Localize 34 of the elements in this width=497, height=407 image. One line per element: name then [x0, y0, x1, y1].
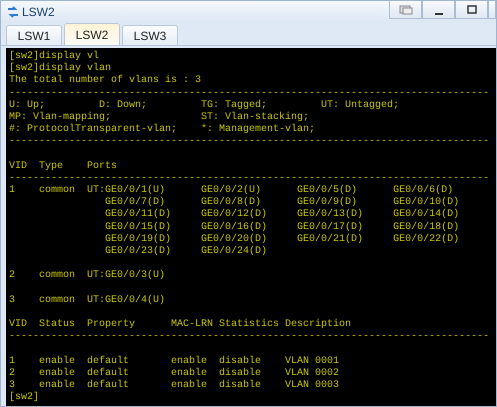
terminal-line: The total number of vlans is : 3	[9, 75, 202, 86]
maximize-button[interactable]	[455, 1, 488, 19]
terminal-line: GE0/0/23(D) GE0/0/24(D)	[104, 246, 268, 257]
terminal-line: #: ProtocolTransparent-vlan; *: Management-vlan;	[9, 124, 316, 136]
terminal-line: 3 common UT:GE0/0/4(U)	[9, 294, 166, 306]
terminal-line: [sw2]	[9, 392, 40, 404]
terminal-line: [sw2]display vlan	[9, 63, 112, 74]
terminal-line: GE0/0/7(D) GE0/0/8(D) GE0/0/9(D) GE0/0/10(D)	[104, 197, 460, 208]
minimize-button[interactable]	[422, 1, 455, 19]
terminal-line: [sw2]display vl	[9, 51, 100, 62]
tab[interactable]: LSW2	[64, 23, 120, 45]
terminal-line: 3 enable default enable disable VLAN 0003	[9, 380, 340, 392]
minimize-icon	[434, 12, 442, 14]
tab[interactable]: LSW3	[122, 25, 178, 45]
switch-icon	[7, 6, 19, 18]
terminal-line: --------------------------------------------------------------------------------	[9, 331, 490, 342]
tab[interactable]: LSW1	[6, 25, 62, 45]
terminal-line: 1 common UT:GE0/0/1(U) GE0/0/2(U) GE0/0/5(D) GE0/0/6(D)	[9, 185, 454, 196]
terminal-line: GE0/0/19(D) GE0/0/20(D) GE0/0/21(D) GE0/0/22(D)	[104, 234, 460, 245]
terminal-line: MP: Vlan-mapping; ST: Vlan-stacking;	[9, 112, 310, 123]
terminal-line: VID Type Ports	[9, 160, 118, 172]
terminal-line: --------------------------------------------------------------------------------	[9, 172, 490, 184]
terminal-line: U: Up; D: Down; TG: Tagged; UT: Untagged;	[9, 100, 400, 111]
terminal-line: 1 enable default enable disable VLAN 0001	[9, 356, 340, 367]
terminal-line: 2 enable default enable disable VLAN 0002	[9, 368, 340, 379]
window-title: LSW2	[22, 5, 55, 19]
terminal-line: GE0/0/15(D) GE0/0/16(D) GE0/0/17(D) GE0/0/18(D)	[104, 222, 460, 233]
restore-icon	[398, 4, 412, 14]
terminal-line: 2 common UT:GE0/0/3(U)	[9, 270, 166, 282]
terminal-line: --------------------------------------------------------------------------------	[9, 88, 490, 99]
terminal-line: --------------------------------------------------------------------------------	[9, 136, 490, 148]
terminal-line: VID Status Property MAC-LRN Statistics Description	[9, 319, 352, 330]
maximize-icon	[466, 4, 476, 14]
terminal-line: GE0/0/11(D) GE0/0/12(D) GE0/0/13(D) GE0/0/14(D)	[104, 209, 460, 220]
